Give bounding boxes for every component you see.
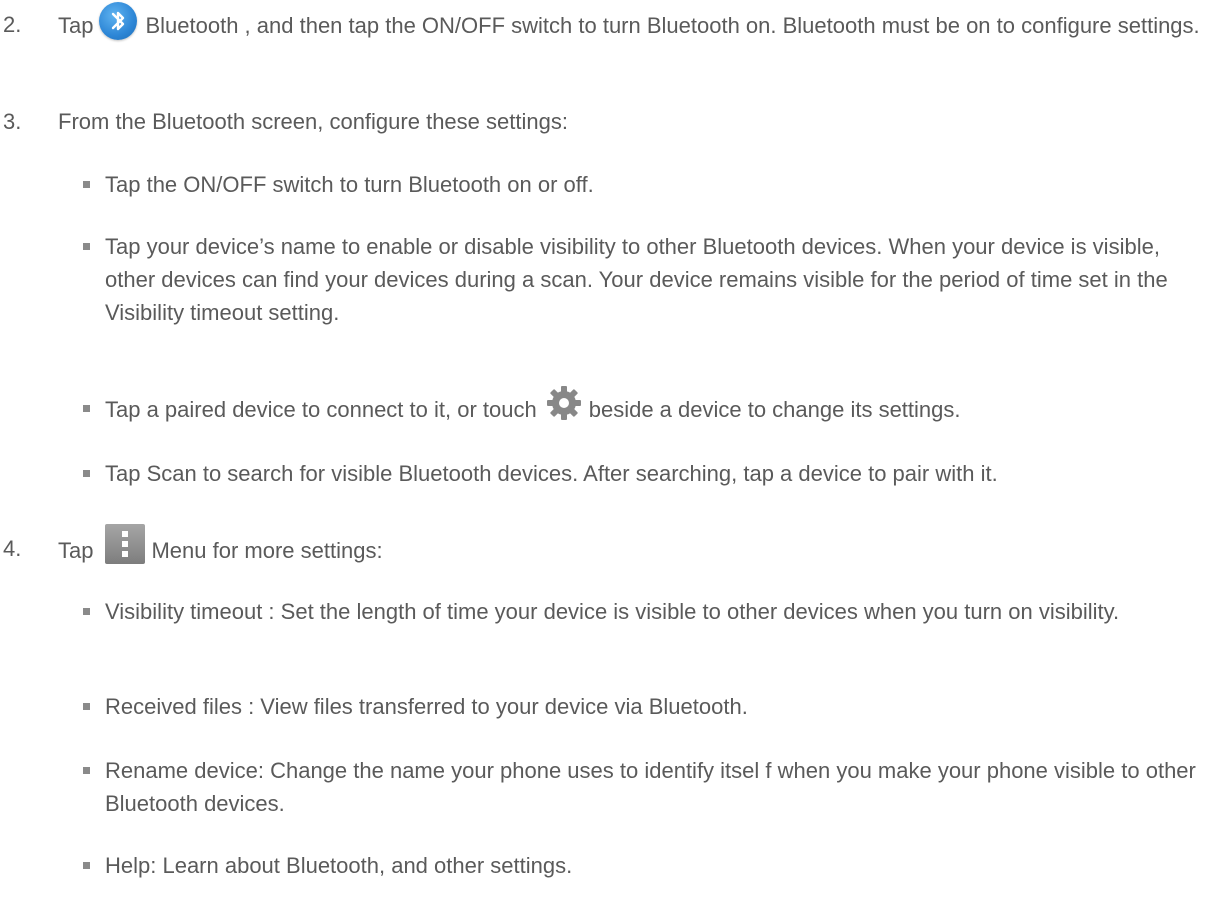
bullet-icon [83, 181, 90, 188]
bullet-icon [83, 862, 90, 869]
list-item-text: Tap a paired device to connect to it, or… [105, 386, 1210, 430]
step-number: 2. [3, 12, 22, 37]
bullet-icon [83, 470, 90, 477]
list-item-text-before-icon: Tap a paired device to connect to it, or… [105, 396, 537, 422]
step-text-after-icon: Menu for more settings: [151, 537, 383, 563]
step-number: 3. [3, 109, 22, 134]
bullet-icon [83, 608, 90, 615]
step-text: From the Bluetooth screen, configure the… [58, 109, 568, 134]
list-item-text: Received files : View files transferred … [105, 694, 748, 719]
step-text-after-icon: Bluetooth , and then tap the ON/OFF swit… [145, 12, 1200, 38]
step-text: Tap Menu for more settings: [58, 524, 1208, 572]
list-item-text: Help: Learn about Bluetooth, and other s… [105, 853, 573, 878]
bullet-icon [83, 703, 90, 710]
list-item-text: Rename device: Change the name your phon… [105, 758, 1196, 816]
list-item-text: Visibility timeout : Set the length of t… [105, 599, 1120, 624]
list-item-text: Tap the ON/OFF switch to turn Bluetooth … [105, 172, 594, 197]
bullet-icon [83, 243, 90, 250]
list-item-text-after-icon: beside a device to change its settings. [588, 396, 961, 422]
bullet-icon [83, 405, 90, 412]
bluetooth-icon [99, 2, 138, 40]
list-item-text: Tap Scan to search for visible Bluetooth… [105, 461, 998, 486]
gear-icon [545, 384, 583, 422]
step-text-before-icon: Tap [58, 12, 94, 38]
bullet-icon [83, 767, 90, 774]
list-item-text: Tap your device’s name to enable or disa… [105, 234, 1168, 325]
menu-icon [105, 524, 146, 564]
step-text: Tap Bluetooth , and then tap the ON/OFF s… [58, 2, 1208, 46]
step-number: 4. [3, 536, 22, 561]
step-text-before-icon: Tap [58, 537, 94, 563]
